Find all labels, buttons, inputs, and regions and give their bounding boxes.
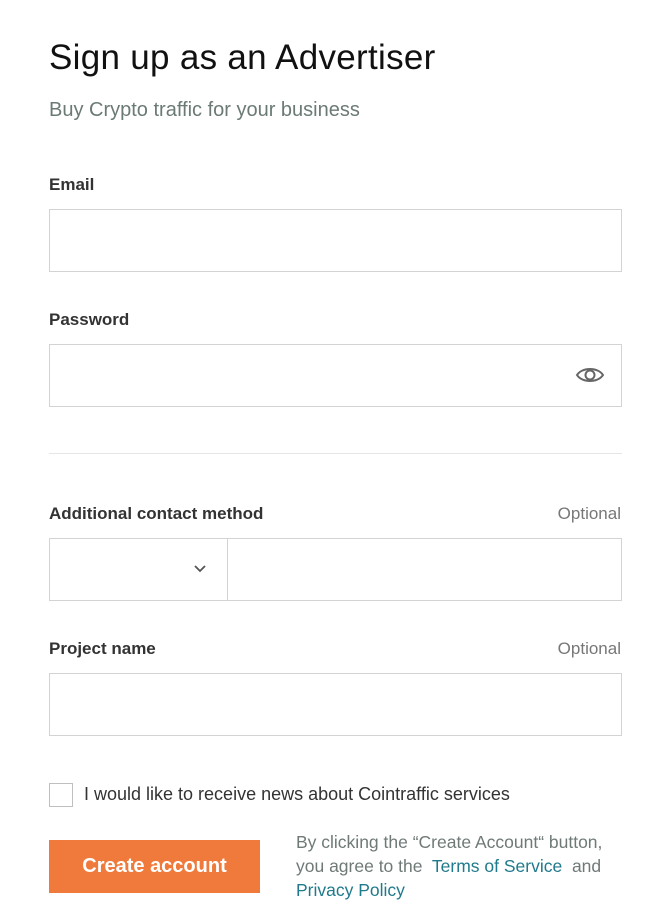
newsletter-label[interactable]: I would like to receive news about Coint… [84,784,510,805]
legal-and: and [571,856,602,876]
contact-value-input[interactable] [228,539,621,600]
chevron-down-icon [194,565,206,573]
password-field-box [49,344,622,407]
password-label: Password [49,310,130,329]
password-field[interactable] [50,345,621,406]
section-divider [49,453,622,454]
project-field-box [49,673,622,736]
project-label: Project name [49,639,156,658]
email-field[interactable] [50,210,621,271]
page-subtitle: Buy Crypto traffic for your business [49,99,360,121]
page-title: Sign up as an Advertiser [49,38,436,77]
contact-optional-tag: Optional [557,504,621,523]
email-label: Email [49,175,95,194]
contact-value-box [228,539,621,600]
contact-method-group [49,538,622,601]
project-name-field[interactable] [50,674,621,735]
privacy-link[interactable]: Privacy Policy [296,880,405,900]
terms-link[interactable]: Terms of Service [432,856,562,876]
project-optional-tag: Optional [557,639,621,658]
legal-text: By clicking the “Create Account“ button,… [296,830,616,902]
contact-label: Additional contact method [49,504,264,523]
contact-method-dropdown[interactable] [50,539,228,600]
create-account-button[interactable]: Create account [49,840,260,893]
eye-icon[interactable] [575,363,605,387]
newsletter-checkbox[interactable] [49,783,73,807]
email-field-box [49,209,622,272]
